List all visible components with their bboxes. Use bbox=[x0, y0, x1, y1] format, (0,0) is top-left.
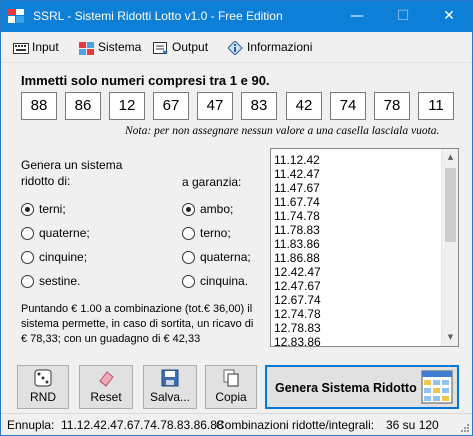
title-bar[interactable]: SSRL - Sistemi Ridotti Lotto v1.0 - Free… bbox=[1, 1, 472, 32]
list-item[interactable]: 12.42.47 bbox=[274, 265, 321, 279]
salva-button[interactable]: Salva... bbox=[143, 365, 197, 409]
app-window: SSRL - Sistemi Ridotti Lotto v1.0 - Free… bbox=[0, 0, 473, 436]
list-item[interactable]: 11.67.74 bbox=[274, 195, 320, 209]
number-input-1[interactable]: 88 bbox=[21, 92, 57, 120]
cost-info-line3: € 78,33; con un guadagno di € 42,33 bbox=[21, 333, 201, 345]
radio-quaterna-label: quaterna; bbox=[200, 250, 251, 264]
copia-button-label: Copia bbox=[215, 390, 247, 404]
menu-sistema-label: Sistema bbox=[98, 40, 142, 54]
number-input-2[interactable]: 86 bbox=[65, 92, 101, 120]
radio-ambo-label: ambo; bbox=[200, 202, 234, 216]
radio-quaterna-dot bbox=[182, 251, 195, 264]
save-icon bbox=[161, 369, 179, 387]
radio-cinquine-label: cinquine; bbox=[39, 250, 88, 264]
menu-input-label: Input bbox=[32, 40, 59, 54]
list-item[interactable]: 11.12.42 bbox=[274, 153, 320, 167]
garanzia-label: a garanzia: bbox=[182, 175, 242, 189]
number-input-8[interactable]: 74 bbox=[330, 92, 366, 120]
eraser-icon bbox=[99, 371, 114, 387]
scroll-thumb[interactable] bbox=[445, 168, 456, 242]
list-scrollbar[interactable]: ▲ ▼ bbox=[441, 149, 458, 346]
output-icon bbox=[153, 42, 168, 54]
list-item[interactable]: 12.47.67 bbox=[274, 279, 321, 293]
instructions-heading: Immetti solo numeri compresi tra 1 e 90. bbox=[21, 73, 270, 88]
genera-label-line1: Genera un sistema bbox=[21, 158, 123, 172]
list-item[interactable]: 11.78.83 bbox=[274, 223, 320, 237]
resize-grip-icon[interactable] bbox=[460, 423, 470, 433]
salva-button-label: Salva... bbox=[149, 390, 191, 404]
combinazioni-value: 36 su 120 bbox=[386, 418, 439, 432]
note-text: Nota: per non assegnare nessun valore a … bbox=[125, 125, 440, 137]
radio-quaterne-dot bbox=[21, 227, 34, 240]
grid-icon bbox=[79, 42, 94, 55]
radio-terno-dot bbox=[182, 227, 195, 240]
close-button[interactable]: ✕ bbox=[426, 1, 472, 32]
number-input-10[interactable]: 11 bbox=[418, 92, 454, 120]
cost-info: Puntando € 1.00 a combinazione (tot.€ 36… bbox=[21, 302, 261, 347]
scroll-up-icon[interactable]: ▲ bbox=[442, 149, 458, 166]
dice-icon bbox=[34, 369, 52, 387]
genera-sistema-button-label: Genera Sistema Ridotto bbox=[275, 381, 417, 395]
ennupla-value: 11.12.42.47.67.74.78.83.86.88 bbox=[61, 418, 224, 432]
list-item[interactable]: 11.42.47 bbox=[274, 167, 320, 181]
maximize-button[interactable]: ☐ bbox=[380, 1, 426, 32]
list-item[interactable]: 11.47.67 bbox=[274, 181, 320, 195]
menu-informazioni-label: Informazioni bbox=[247, 40, 313, 54]
list-item[interactable]: 11.86.88 bbox=[274, 251, 320, 265]
list-item[interactable]: 12.83.86 bbox=[274, 335, 321, 346]
rnd-button[interactable]: RND bbox=[17, 365, 69, 409]
rnd-button-label: RND bbox=[30, 390, 56, 404]
radio-cinquine-dot bbox=[21, 251, 34, 264]
reset-button-label: Reset bbox=[90, 390, 122, 404]
genera-label: Genera un sistema ridotto di: bbox=[21, 157, 122, 189]
number-input-4[interactable]: 67 bbox=[153, 92, 189, 120]
list-item[interactable]: 12.78.83 bbox=[274, 321, 321, 335]
keyboard-icon bbox=[13, 43, 29, 54]
list-item[interactable]: 11.83.86 bbox=[274, 237, 320, 251]
radio-cinquina-label: cinquina. bbox=[200, 274, 249, 288]
number-input-5[interactable]: 47 bbox=[197, 92, 233, 120]
app-logo-icon bbox=[8, 9, 24, 23]
number-input-7[interactable]: 42 bbox=[286, 92, 322, 120]
radio-cinquina-dot bbox=[182, 275, 195, 288]
window-title: SSRL - Sistemi Ridotti Lotto v1.0 - Free… bbox=[33, 9, 283, 23]
combinations-list[interactable]: 11.12.42 11.42.47 11.47.67 11.67.74 11.7… bbox=[270, 148, 459, 347]
radio-terno-label: terno; bbox=[200, 226, 231, 240]
menu-output-label: Output bbox=[172, 40, 209, 54]
genera-sistema-button[interactable]: Genera Sistema Ridotto bbox=[265, 365, 459, 409]
radio-sestine-dot bbox=[21, 275, 34, 288]
genera-label-line2: ridotto di: bbox=[21, 174, 71, 188]
reset-button[interactable]: Reset bbox=[79, 365, 133, 409]
radio-ambo-dot bbox=[182, 203, 195, 216]
list-item[interactable]: 12.74.78 bbox=[274, 307, 321, 321]
combinazioni-label: Combinazioni ridotte/integrali: bbox=[216, 418, 375, 432]
radio-terni-label: terni; bbox=[39, 202, 66, 216]
status-bar: Ennupla: 11.12.42.47.67.74.78.83.86.88 C… bbox=[1, 413, 472, 435]
copy-icon bbox=[223, 369, 239, 387]
radio-terni-dot bbox=[21, 203, 34, 216]
radio-sestine-label: sestine. bbox=[39, 274, 81, 288]
menu-bar: Input Sistema Output Informazioni bbox=[1, 32, 472, 63]
table-grid-icon bbox=[421, 370, 453, 404]
radio-quaterne-label: quaterne; bbox=[39, 226, 90, 240]
cost-info-line1: Puntando € 1.00 a combinazione (tot.€ 36… bbox=[21, 303, 253, 315]
minimize-button[interactable]: — bbox=[334, 1, 380, 32]
copia-button[interactable]: Copia bbox=[205, 365, 257, 409]
info-diamond-icon bbox=[228, 41, 243, 55]
number-input-3[interactable]: 12 bbox=[109, 92, 145, 120]
cost-info-line2: sistema permette, in caso di sortita, un… bbox=[21, 318, 254, 330]
scroll-down-icon[interactable]: ▼ bbox=[442, 329, 458, 346]
list-item[interactable]: 12.67.74 bbox=[274, 293, 321, 307]
number-input-9[interactable]: 78 bbox=[374, 92, 410, 120]
ennupla-label: Ennupla: bbox=[7, 418, 55, 432]
list-item[interactable]: 11.74.78 bbox=[274, 209, 320, 223]
number-input-6[interactable]: 83 bbox=[241, 92, 277, 120]
